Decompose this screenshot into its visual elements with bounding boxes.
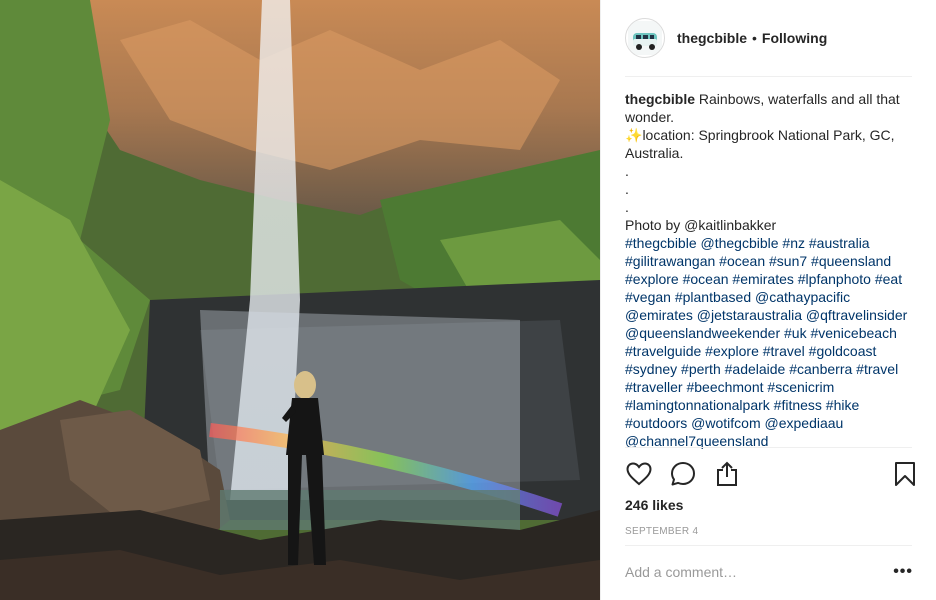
comment-button[interactable] bbox=[669, 460, 697, 488]
follow-button[interactable]: Following bbox=[762, 30, 827, 46]
comment-icon bbox=[671, 462, 695, 486]
header-separator: • bbox=[752, 30, 757, 46]
comment-input[interactable]: Add a comment… bbox=[625, 564, 737, 580]
caption-dot-2: . bbox=[625, 181, 629, 197]
waterfall-photo-art bbox=[0, 0, 600, 600]
share-icon bbox=[717, 461, 737, 486]
heart-icon bbox=[626, 462, 652, 486]
likes-count[interactable]: 246 likes bbox=[625, 497, 683, 513]
caption-divider bbox=[625, 447, 912, 448]
like-button[interactable] bbox=[625, 460, 653, 488]
post-actions bbox=[625, 458, 919, 490]
post-caption: thegcbible Rainbows, waterfalls and all … bbox=[625, 90, 921, 450]
comment-box[interactable]: Add a comment… ••• bbox=[625, 556, 913, 588]
post-date[interactable]: SEPTEMBER 4 bbox=[625, 526, 698, 537]
caption-credit: Photo by @kaitlinbakker bbox=[625, 217, 777, 233]
caption-location: location: Springbrook National Park, GC,… bbox=[625, 127, 895, 161]
post-details-panel: thegcbible • Following thegcbible Rainbo… bbox=[600, 0, 936, 600]
comment-divider bbox=[625, 545, 912, 546]
caption-dot-3: . bbox=[625, 199, 629, 215]
avatar[interactable] bbox=[625, 18, 665, 58]
header-divider bbox=[625, 76, 912, 77]
more-options-button[interactable]: ••• bbox=[893, 563, 913, 581]
caption-username[interactable]: thegcbible bbox=[625, 91, 695, 107]
post-username[interactable]: thegcbible bbox=[677, 30, 747, 46]
post-photo[interactable] bbox=[0, 0, 600, 600]
caption-hashtags[interactable]: #thegcbible @thegcbible #nz #australia #… bbox=[625, 234, 921, 450]
post-header: thegcbible • Following bbox=[601, 0, 936, 76]
bookmark-icon bbox=[895, 462, 915, 486]
camper-van-icon bbox=[628, 21, 662, 55]
share-button[interactable] bbox=[713, 460, 741, 488]
save-button[interactable] bbox=[891, 460, 919, 488]
sparkle-emoji: ✨ bbox=[625, 127, 643, 143]
caption-dot-1: . bbox=[625, 163, 629, 179]
